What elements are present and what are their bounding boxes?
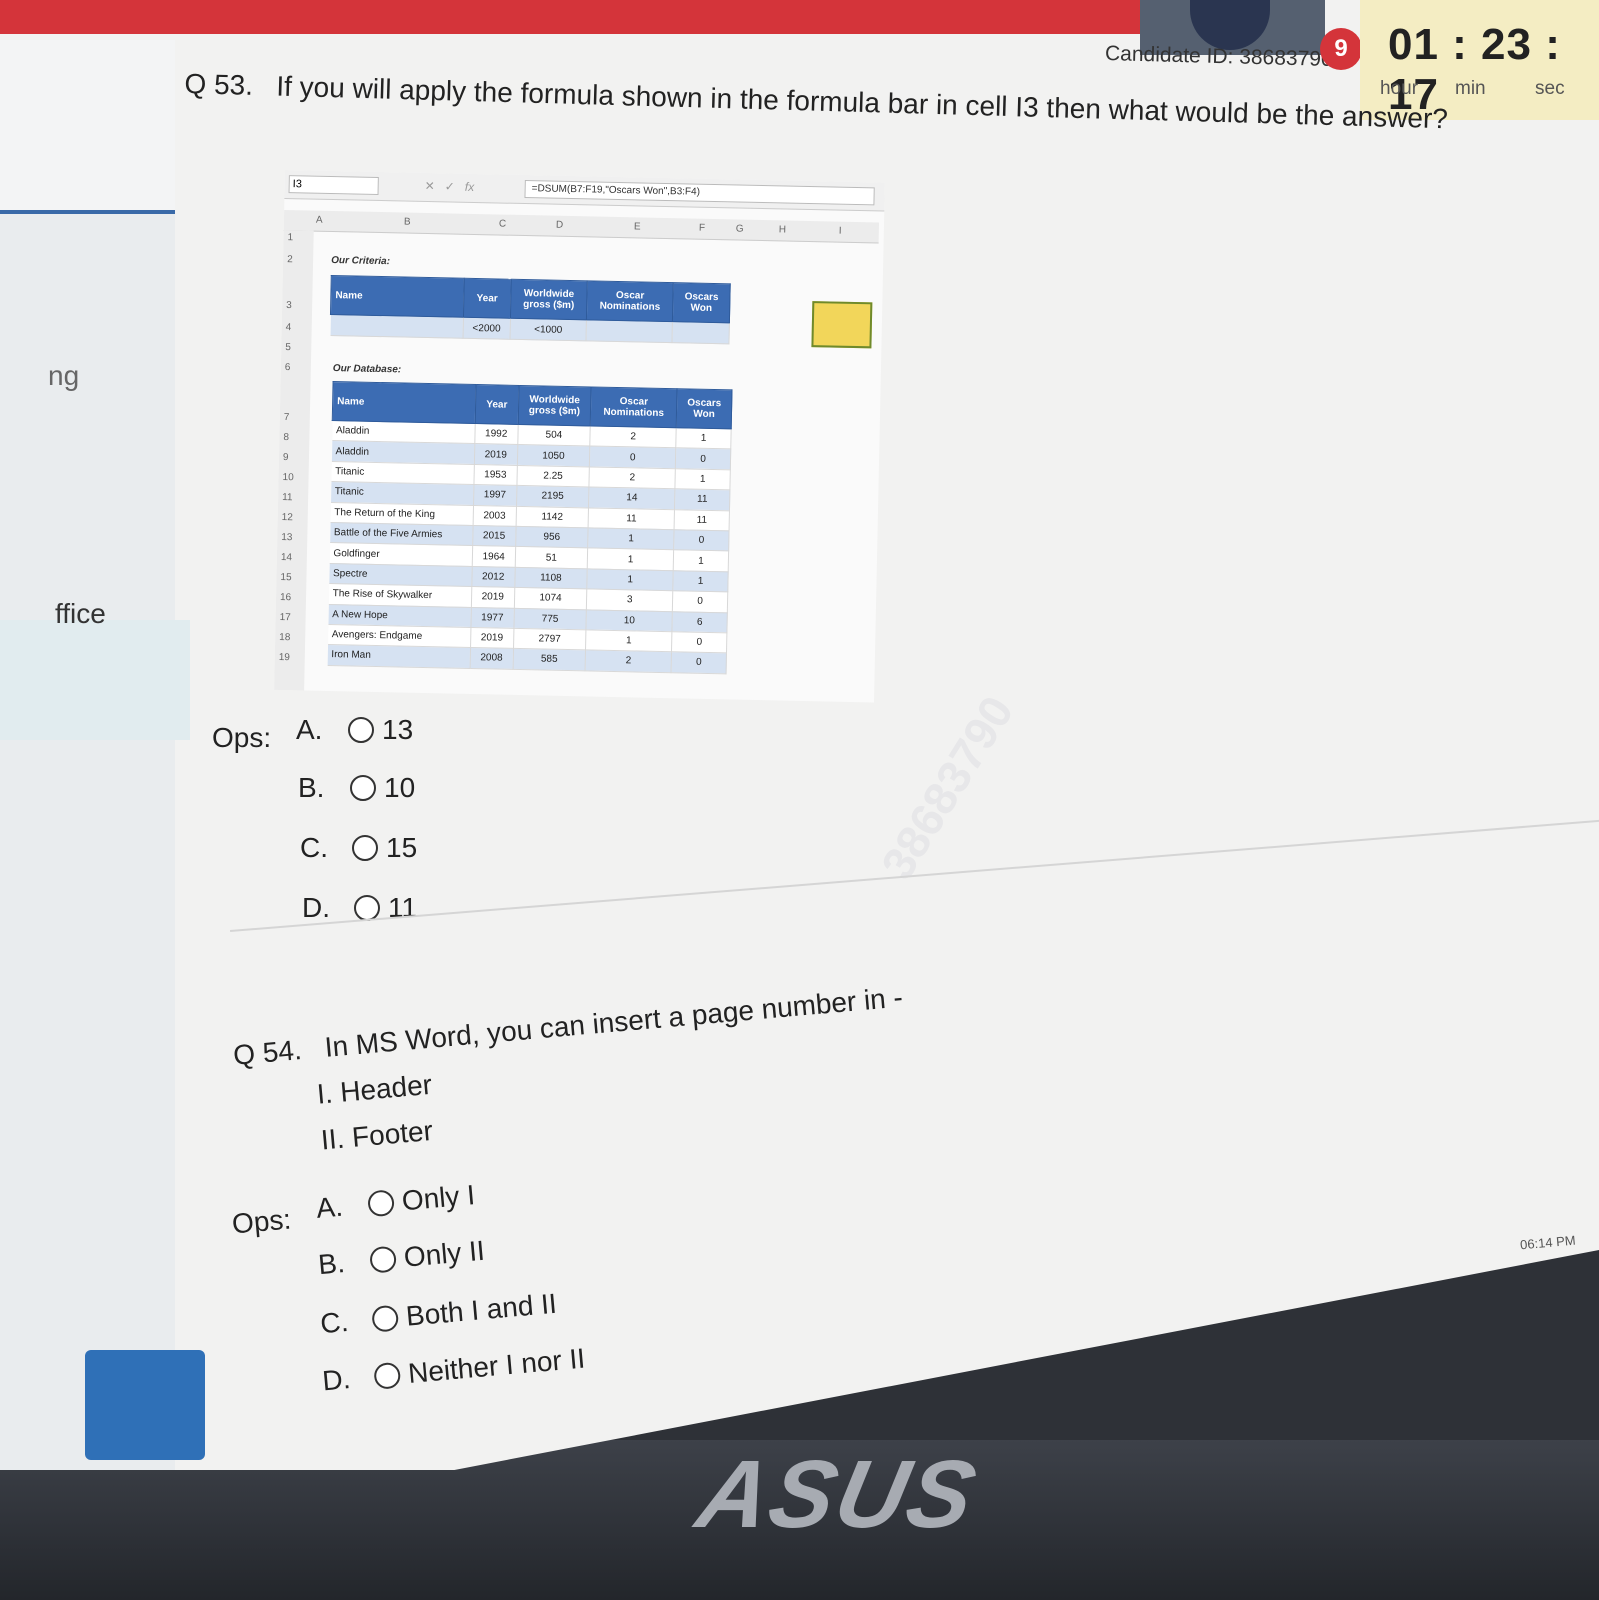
table-cell: 775 xyxy=(513,607,587,630)
top-bar xyxy=(0,0,1140,34)
radio-button-icon[interactable] xyxy=(373,1361,402,1390)
q54-option-d[interactable]: D. Neither I nor II xyxy=(321,1343,586,1398)
table-cell: 585 xyxy=(512,648,586,671)
table-cell: 0 xyxy=(671,651,727,674)
criteria-table: Name Year Worldwide gross ($m) Oscar Nom… xyxy=(330,275,731,344)
timer-min-label: min xyxy=(1455,78,1486,99)
formula-text: =DSUM(B7:F19,"Oscars Won",B3:F4) xyxy=(524,180,875,206)
table-cell: 11 xyxy=(674,509,730,531)
radio-button-icon[interactable] xyxy=(368,1245,398,1274)
table-cell: 1142 xyxy=(515,505,589,528)
monitor-brand-logo: ASUS xyxy=(688,1441,987,1548)
table-cell: Iron Man xyxy=(327,644,471,669)
table-cell: 2012 xyxy=(471,566,515,588)
table-cell: 2015 xyxy=(472,525,516,547)
q53-option-a[interactable]: A. 13 xyxy=(296,714,413,746)
table-cell: 2195 xyxy=(516,485,590,508)
table-cell: 0 xyxy=(589,446,676,469)
table-cell: 11 xyxy=(674,488,730,511)
q54-option-c[interactable]: C. Both I and II xyxy=(319,1288,558,1341)
table-cell: 1050 xyxy=(516,444,590,467)
timer-sec-label: sec xyxy=(1535,78,1565,99)
table-cell: 1992 xyxy=(474,423,518,445)
column-headers: A B C D E F G H I xyxy=(283,209,880,244)
sidebar-action-button[interactable] xyxy=(85,1350,205,1460)
table-cell: 1997 xyxy=(473,484,517,506)
table-cell: 1 xyxy=(585,629,673,652)
table-cell: 1 xyxy=(587,548,674,571)
radio-button-icon[interactable] xyxy=(350,775,376,801)
table-cell: 1108 xyxy=(514,567,588,590)
database-table: Name Year Worldwide gross ($m) Oscar Nom… xyxy=(327,381,733,674)
question-count-badge: 9 xyxy=(1320,28,1362,70)
table-cell: 2019 xyxy=(471,586,515,608)
table-cell: 2019 xyxy=(470,627,514,649)
sidebar-header xyxy=(0,40,175,214)
candidate-id: Candidate ID: 38683790 xyxy=(1104,42,1333,71)
table-cell: 11 xyxy=(588,507,675,530)
table-cell: 504 xyxy=(517,424,591,447)
table-cell: 1964 xyxy=(472,545,516,568)
table-cell: 51 xyxy=(514,546,588,569)
table-cell: 14 xyxy=(588,487,676,510)
radio-button-icon[interactable] xyxy=(348,717,374,743)
q54-option-a[interactable]: A. Only I xyxy=(315,1179,476,1225)
radio-button-icon[interactable] xyxy=(366,1189,396,1218)
table-cell: 2019 xyxy=(474,443,518,466)
table-cell: 6 xyxy=(672,611,728,633)
q53-ops-label: Ops: xyxy=(212,722,272,753)
table-cell: 956 xyxy=(515,526,589,549)
criteria-label: Our Criteria: xyxy=(330,254,391,268)
question-54: Q 54. In MS Word, you can insert a page … xyxy=(232,981,912,1163)
table-cell: 1 xyxy=(675,468,731,491)
radio-button-icon[interactable] xyxy=(354,895,380,921)
left-sidebar: ng ffice xyxy=(0,40,190,1470)
table-cell: 1977 xyxy=(470,607,515,629)
q54-ops-label: Ops: xyxy=(230,1203,293,1240)
table-cell: 2.25 xyxy=(516,465,590,488)
radio-button-icon[interactable] xyxy=(352,835,378,861)
question-number: Q 53. xyxy=(184,68,254,101)
fx-icon: ✕ ✓ fx xyxy=(424,178,475,194)
radio-button-icon[interactable] xyxy=(371,1304,400,1333)
table-cell: 10 xyxy=(586,609,673,632)
table-cell: 0 xyxy=(675,448,731,470)
watermark: 38683790 xyxy=(870,686,1024,889)
table-cell: 0 xyxy=(673,529,730,552)
table-cell: 3 xyxy=(586,589,673,612)
table-cell: 0 xyxy=(672,590,728,613)
sidebar-item-2[interactable]: ffice xyxy=(55,598,106,630)
formula-bar: I3 ✕ ✓ fx =DSUM(B7:F19,"Oscars Won",B3:F… xyxy=(284,170,885,212)
question-number: Q 54. xyxy=(232,1034,303,1071)
table-cell: 1 xyxy=(675,427,732,450)
q54-option-b[interactable]: B. Only II xyxy=(317,1235,486,1281)
table-cell: 1 xyxy=(673,550,729,572)
database-label: Our Database: xyxy=(332,363,402,376)
name-box: I3 xyxy=(288,175,379,195)
table-cell: 1 xyxy=(586,568,674,591)
table-cell: 2003 xyxy=(472,505,517,527)
q53-option-c[interactable]: C. 15 xyxy=(300,832,417,864)
exam-screen: ng ffice Candidate ID: 38683790 9 01 : 2… xyxy=(0,0,1599,1470)
spreadsheet-image: I3 ✕ ✓ fx =DSUM(B7:F19,"Oscars Won",B3:F… xyxy=(274,170,885,703)
table-cell: 2797 xyxy=(513,628,587,651)
table-cell: 2 xyxy=(589,425,677,449)
cell-i3 xyxy=(811,301,873,349)
taskbar-clock: 06:14 PM xyxy=(1519,1232,1577,1253)
table-cell: 1953 xyxy=(473,464,517,486)
question-text: If you will apply the formula shown in t… xyxy=(275,70,1449,135)
timer-hour-label: hour xyxy=(1380,78,1419,99)
question-53: Q 53. If you will apply the formula show… xyxy=(184,68,1448,135)
table-cell: 0 xyxy=(671,631,727,654)
table-cell: 1 xyxy=(672,570,729,592)
sidebar-selected-row xyxy=(0,620,190,740)
q53-option-b[interactable]: B. 10 xyxy=(298,772,415,804)
table-cell: 2 xyxy=(585,650,672,673)
sidebar-item-1[interactable]: ng xyxy=(48,360,79,392)
table-cell: 1 xyxy=(587,527,675,551)
table-cell: 2 xyxy=(589,466,676,489)
table-cell: 1074 xyxy=(514,587,587,610)
table-cell: 2008 xyxy=(469,647,514,670)
